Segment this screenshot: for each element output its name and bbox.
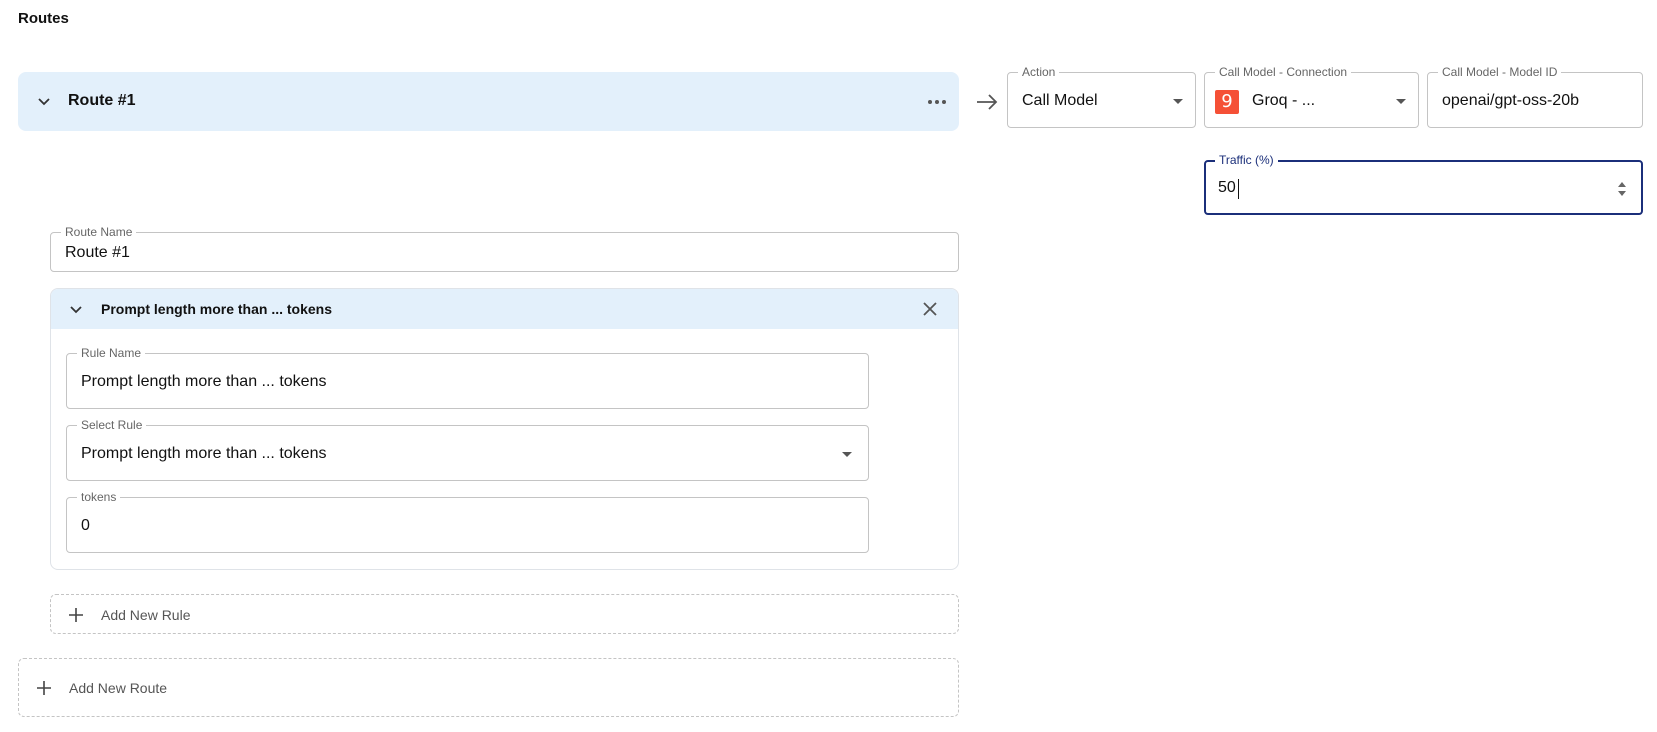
plus-icon xyxy=(37,681,51,695)
rule-header[interactable]: Prompt length more than ... tokens xyxy=(51,289,958,329)
groq-logo-icon: 9 xyxy=(1215,90,1239,114)
chevron-down-icon[interactable] xyxy=(34,91,54,111)
add-route-button[interactable]: Add New Route xyxy=(18,658,959,717)
select-rule-value: Prompt length more than ... tokens xyxy=(81,445,327,462)
tokens-label: tokens xyxy=(77,490,121,504)
action-select[interactable]: Action Call Model xyxy=(1007,65,1196,128)
rule-title: Prompt length more than ... tokens xyxy=(101,301,333,317)
model-id-label: Call Model - Model ID xyxy=(1438,65,1562,79)
caret-down-icon xyxy=(842,452,852,457)
rule-name-value: Prompt length more than ... tokens xyxy=(81,373,327,390)
add-route-label: Add New Route xyxy=(69,680,168,696)
traffic-input[interactable]: Traffic (%) 50 xyxy=(1204,153,1643,215)
traffic-label: Traffic (%) xyxy=(1215,153,1278,167)
add-rule-label: Add New Rule xyxy=(101,607,191,623)
spinner-arrows-icon[interactable] xyxy=(1616,178,1628,200)
tokens-value: 0 xyxy=(81,517,90,534)
route-name-value: Route #1 xyxy=(65,244,130,261)
rule-name-field[interactable]: Rule Name Prompt length more than ... to… xyxy=(66,346,869,409)
arrow-right-icon xyxy=(977,94,998,110)
route-title: Route #1 xyxy=(68,92,136,109)
action-label: Action xyxy=(1018,65,1060,79)
model-id-value: openai/gpt-oss-20b xyxy=(1442,92,1579,109)
connection-value: Groq - ... xyxy=(1252,92,1316,109)
select-rule-label: Select Rule xyxy=(77,418,147,432)
page-title: Routes xyxy=(18,10,69,27)
route-name-field[interactable]: Route Name Route #1 xyxy=(50,225,959,272)
select-rule-dropdown[interactable]: Select Rule Prompt length more than ... … xyxy=(66,418,869,481)
more-horizontal-icon[interactable] xyxy=(926,92,948,112)
rule-name-label: Rule Name xyxy=(77,346,146,360)
tokens-field[interactable]: tokens 0 xyxy=(66,490,869,553)
plus-icon xyxy=(69,608,83,622)
close-icon[interactable] xyxy=(922,301,938,317)
connection-label: Call Model - Connection xyxy=(1215,65,1352,79)
connection-select[interactable]: Call Model - Connection 9 Groq - ... xyxy=(1204,65,1419,128)
add-rule-button[interactable]: Add New Rule xyxy=(50,594,959,634)
model-id-field[interactable]: Call Model - Model ID openai/gpt-oss-20b xyxy=(1427,65,1643,128)
text-cursor xyxy=(1238,179,1239,199)
caret-down-icon xyxy=(1396,99,1406,104)
route-name-label: Route Name xyxy=(61,225,137,239)
action-value: Call Model xyxy=(1022,92,1098,109)
caret-down-icon xyxy=(1173,99,1183,104)
chevron-down-icon[interactable] xyxy=(67,300,85,318)
route-header[interactable]: Route #1 xyxy=(18,72,959,131)
traffic-value: 50 xyxy=(1218,179,1236,196)
